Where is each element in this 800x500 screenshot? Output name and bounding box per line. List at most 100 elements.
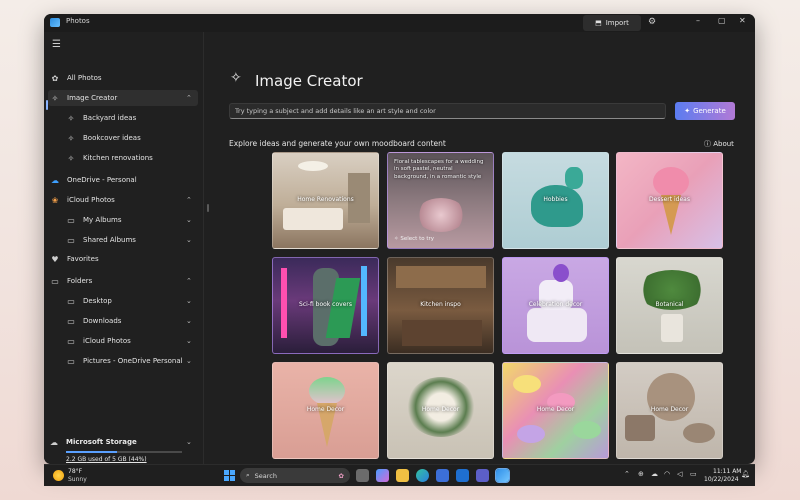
import-icon: ⬒ — [595, 19, 602, 27]
about-link[interactable]: ⓘ About — [704, 139, 734, 149]
taskbar-search-input[interactable]: ⌕ Search ✿ — [240, 468, 350, 483]
photos-taskbar-icon[interactable] — [495, 468, 510, 483]
minimize-button[interactable]: – — [696, 16, 700, 25]
storage-used: 2.2 GB — [66, 456, 87, 463]
idea-tile-dessert-ideas[interactable]: Dessert ideas — [616, 152, 723, 249]
idea-tile-scifi-book-covers[interactable]: Sci-fi book covers — [272, 257, 379, 354]
bowls-illustration — [625, 415, 655, 441]
sidebar-item-all-photos[interactable]: ✿ All Photos — [50, 70, 198, 86]
copilot-icon[interactable] — [376, 469, 389, 482]
idea-tile-home-decor-1[interactable]: Home Decor — [272, 362, 379, 459]
onedrive-tray-icon[interactable]: ☁ — [651, 470, 658, 478]
clock-date[interactable]: 10/22/2024 — [704, 476, 739, 483]
idea-tile-hobbies[interactable]: Hobbies — [502, 152, 609, 249]
prompt-input[interactable] — [229, 103, 666, 119]
dinosaur-head-illustration — [565, 167, 583, 189]
sidebar-item-desktop[interactable]: ▭ Desktop — [66, 293, 196, 309]
folder-icon: ▭ — [67, 235, 75, 245]
chevron-up-icon[interactable]: ⌃ — [186, 196, 192, 204]
battery-icon[interactable]: ▭ — [690, 470, 697, 478]
folder-icon: ▭ — [67, 356, 75, 366]
tile-label: Home Decor — [421, 406, 460, 413]
sidebar-item-label: iCloud Photos — [83, 337, 131, 345]
chevron-down-icon[interactable]: ⌄ — [186, 236, 192, 244]
edge-browser-icon[interactable] — [416, 469, 429, 482]
macaron-illustration — [517, 425, 545, 443]
chevron-down-icon[interactable]: ⌄ — [186, 297, 192, 305]
notification-bell-icon[interactable]: 🔔︎ — [741, 470, 750, 478]
idea-tile-home-renovations[interactable]: Home Renovations — [272, 152, 379, 249]
sidebar-item-onedrive[interactable]: ☁ OneDrive - Personal — [50, 172, 198, 188]
chevron-down-icon[interactable]: ⌄ — [186, 438, 192, 446]
maximize-button[interactable]: ▢ — [718, 16, 726, 25]
storage-used-rest: used of 5 GB (44%) — [86, 456, 147, 463]
idea-tile-celebration-decor[interactable]: Celebration decor — [502, 257, 609, 354]
generate-button[interactable]: ✦ Generate — [675, 102, 735, 120]
explore-heading: Explore ideas and generate your own mood… — [229, 139, 446, 148]
sidebar-item-icloud-folder[interactable]: ▭ iCloud Photos — [66, 333, 196, 349]
ice-cream-scoop-illustration — [653, 167, 689, 197]
idea-tile-home-decor-2[interactable]: Home Decor — [387, 362, 494, 459]
sidebar-item-favorites[interactable]: ♥ Favorites — [50, 251, 198, 267]
sidebar-item-label: Favorites — [67, 255, 99, 263]
chevron-up-icon[interactable]: ⌃ — [186, 94, 192, 102]
idea-tile-kitchen-inspo[interactable]: Kitchen inspo — [387, 257, 494, 354]
sidebar-item-kitchen-renovations[interactable]: ✧ Kitchen renovations — [66, 150, 196, 166]
idea-tile-botanical[interactable]: Botanical — [616, 257, 723, 354]
chevron-down-icon[interactable]: ⌄ — [186, 357, 192, 365]
clock-time[interactable]: 11:11 AM — [713, 468, 741, 475]
sidebar-item-backyard-ideas[interactable]: ✧ Backyard ideas — [66, 110, 196, 126]
sidebar-item-label: Desktop — [83, 297, 112, 305]
tile-label: Botanical — [655, 301, 684, 308]
chevron-up-icon[interactable]: ⌃ — [186, 277, 192, 285]
tile-label: Sci-fi book covers — [299, 301, 352, 308]
network-icon[interactable]: ⊕ — [638, 470, 644, 478]
file-explorer-icon[interactable] — [396, 469, 409, 482]
sparkle-icon: ✧ — [394, 236, 399, 242]
folder-icon: ▭ — [67, 336, 75, 346]
outlook-icon[interactable] — [456, 469, 469, 482]
sidebar-item-shared-albums[interactable]: ▭ Shared Albums — [66, 232, 196, 248]
storage-progress-bar — [66, 451, 182, 453]
tile-prompt-text: Floral tablescapes for a wedding in soft… — [394, 159, 484, 180]
idea-tile-home-decor-3[interactable]: Home Decor — [502, 362, 609, 459]
store-icon[interactable] — [436, 469, 449, 482]
sidebar-item-downloads[interactable]: ▭ Downloads — [66, 313, 196, 329]
folder-icon: ▭ — [51, 276, 59, 286]
chevron-up-icon[interactable]: ⌃ — [624, 470, 630, 478]
hamburger-menu-icon[interactable]: ☰ — [52, 39, 61, 50]
teams-icon[interactable] — [476, 469, 489, 482]
settings-gear-icon[interactable]: ⚙ — [648, 17, 656, 27]
windows-start-icon[interactable] — [224, 470, 236, 482]
sidebar-item-icloud-photos[interactable]: ❀ iCloud Photos — [50, 192, 198, 208]
idea-tile-home-decor-4[interactable]: Home Decor — [616, 362, 723, 459]
bowls-illustration — [683, 423, 715, 443]
import-button[interactable]: ⬒ Import — [583, 15, 641, 31]
image-creator-icon: ✧ — [51, 93, 59, 103]
sidebar-item-image-creator[interactable]: ✧ Image Creator — [48, 90, 198, 106]
storage-usage-text[interactable]: 2.2 GB used of 5 GB (44%) — [66, 456, 147, 463]
chevron-down-icon[interactable]: ⌄ — [186, 337, 192, 345]
storage-title: Microsoft Storage — [66, 438, 137, 446]
sidebar-item-label: Downloads — [83, 317, 122, 325]
sidebar-item-bookcover-ideas[interactable]: ✧ Bookcover ideas — [66, 130, 196, 146]
chevron-down-icon[interactable]: ⌄ — [186, 317, 192, 325]
cake-illustration — [527, 308, 587, 342]
sidebar-item-pictures-onedrive[interactable]: ▭ Pictures - OneDrive Personal — [66, 353, 196, 369]
idea-tile-floral-prompt[interactable]: Floral tablescapes for a wedding in soft… — [387, 152, 494, 249]
chandelier-illustration — [298, 161, 328, 171]
search-highlight-icon: ✿ — [338, 471, 344, 480]
sidebar-item-my-albums[interactable]: ▭ My Albums — [66, 212, 196, 228]
floral-illustration — [416, 198, 466, 232]
chevron-down-icon[interactable]: ⌄ — [186, 216, 192, 224]
page-title: Image Creator — [255, 72, 363, 90]
sidebar-item-folders[interactable]: ▭ Folders — [50, 273, 198, 289]
close-button[interactable]: ✕ — [739, 16, 746, 25]
task-view-icon[interactable] — [356, 469, 369, 482]
sidebar-item-label: Bookcover ideas — [83, 134, 141, 142]
wifi-icon[interactable]: ◠ — [664, 470, 670, 478]
volume-icon[interactable]: ◁ — [677, 470, 682, 478]
folder-icon: ▭ — [67, 296, 75, 306]
ice-cream-scoop-illustration — [309, 377, 345, 405]
sun-icon[interactable] — [53, 470, 64, 481]
